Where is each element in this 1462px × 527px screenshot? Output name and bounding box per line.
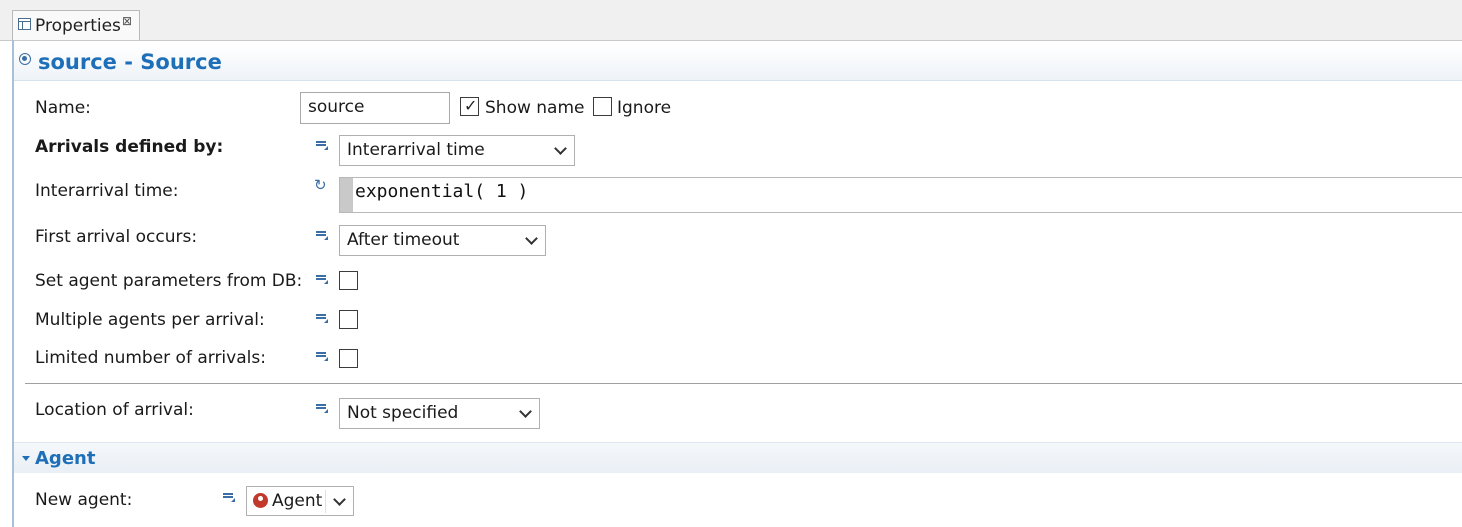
- new-agent-label: New agent:: [35, 490, 133, 510]
- name-label: Name:: [35, 98, 91, 118]
- tab-bar: Properties ⊠: [0, 0, 1462, 41]
- checkmark-icon: ✓: [464, 96, 478, 115]
- first-arrival-value: After timeout: [347, 230, 460, 250]
- dynamic-value-icon[interactable]: [315, 349, 329, 363]
- source-block-icon: [19, 53, 31, 65]
- show-name-label: Show name: [485, 98, 585, 118]
- set-params-db-label: Set agent parameters from DB:: [35, 271, 303, 291]
- divider: [25, 383, 1462, 384]
- name-input[interactable]: source: [300, 92, 450, 124]
- limited-arrivals-checkbox[interactable]: [339, 349, 358, 368]
- interarrival-time-expression: exponential( 1 ): [355, 181, 529, 202]
- location-of-arrival-label: Location of arrival:: [35, 400, 194, 420]
- first-arrival-label: First arrival occurs:: [35, 227, 198, 247]
- ignore-checkbox[interactable]: [593, 97, 612, 116]
- page-title: source - Source: [38, 50, 222, 74]
- chevron-down-icon: [333, 495, 347, 507]
- first-arrival-select[interactable]: After timeout: [339, 225, 546, 256]
- limited-arrivals-label: Limited number of arrivals:: [35, 348, 266, 368]
- close-icon[interactable]: ⊠: [122, 14, 132, 28]
- new-agent-select[interactable]: Agent: [246, 486, 354, 516]
- tab-properties[interactable]: Properties ⊠: [12, 10, 140, 40]
- combo-separator: [325, 490, 326, 513]
- chevron-down-icon: [519, 407, 533, 419]
- show-name-checkbox[interactable]: ✓: [460, 97, 479, 116]
- interarrival-time-label: Interarrival time:: [35, 181, 179, 201]
- arrivals-defined-by-select[interactable]: Interarrival time: [339, 135, 575, 166]
- new-agent-value: Agent: [272, 491, 323, 511]
- agent-section-header[interactable]: Agent: [14, 442, 1462, 473]
- properties-header: source - Source: [14, 44, 1462, 81]
- dynamic-value-icon[interactable]: [315, 311, 329, 325]
- arrivals-defined-by-value: Interarrival time: [347, 140, 485, 160]
- dynamic-value-icon[interactable]: [222, 490, 236, 504]
- location-of-arrival-select[interactable]: Not specified: [339, 398, 540, 429]
- name-input-value: source: [308, 97, 365, 117]
- dynamic-value-icon[interactable]: [315, 138, 329, 152]
- set-params-db-checkbox[interactable]: [339, 271, 358, 290]
- tab-label: Properties: [35, 16, 121, 36]
- ignore-label: Ignore: [617, 98, 672, 118]
- code-mode-icon[interactable]: ↻: [314, 178, 330, 193]
- agent-type-icon: [253, 493, 268, 508]
- chevron-down-icon: [554, 144, 568, 156]
- multiple-agents-label: Multiple agents per arrival:: [35, 310, 265, 330]
- location-of-arrival-value: Not specified: [347, 403, 459, 423]
- multiple-agents-checkbox[interactable]: [339, 310, 358, 329]
- dynamic-value-icon[interactable]: [315, 401, 329, 415]
- arrivals-defined-by-label: Arrivals defined by:: [35, 137, 224, 157]
- dynamic-value-icon[interactable]: [315, 228, 329, 242]
- interarrival-time-editor[interactable]: exponential( 1 ): [339, 177, 1462, 213]
- chevron-down-icon: [525, 234, 539, 246]
- properties-view-icon: [18, 18, 31, 30]
- agent-section-title: Agent: [35, 448, 96, 469]
- dynamic-value-icon[interactable]: [315, 272, 329, 286]
- editor-gutter: [340, 178, 353, 212]
- collapse-arrow-icon: [22, 456, 30, 461]
